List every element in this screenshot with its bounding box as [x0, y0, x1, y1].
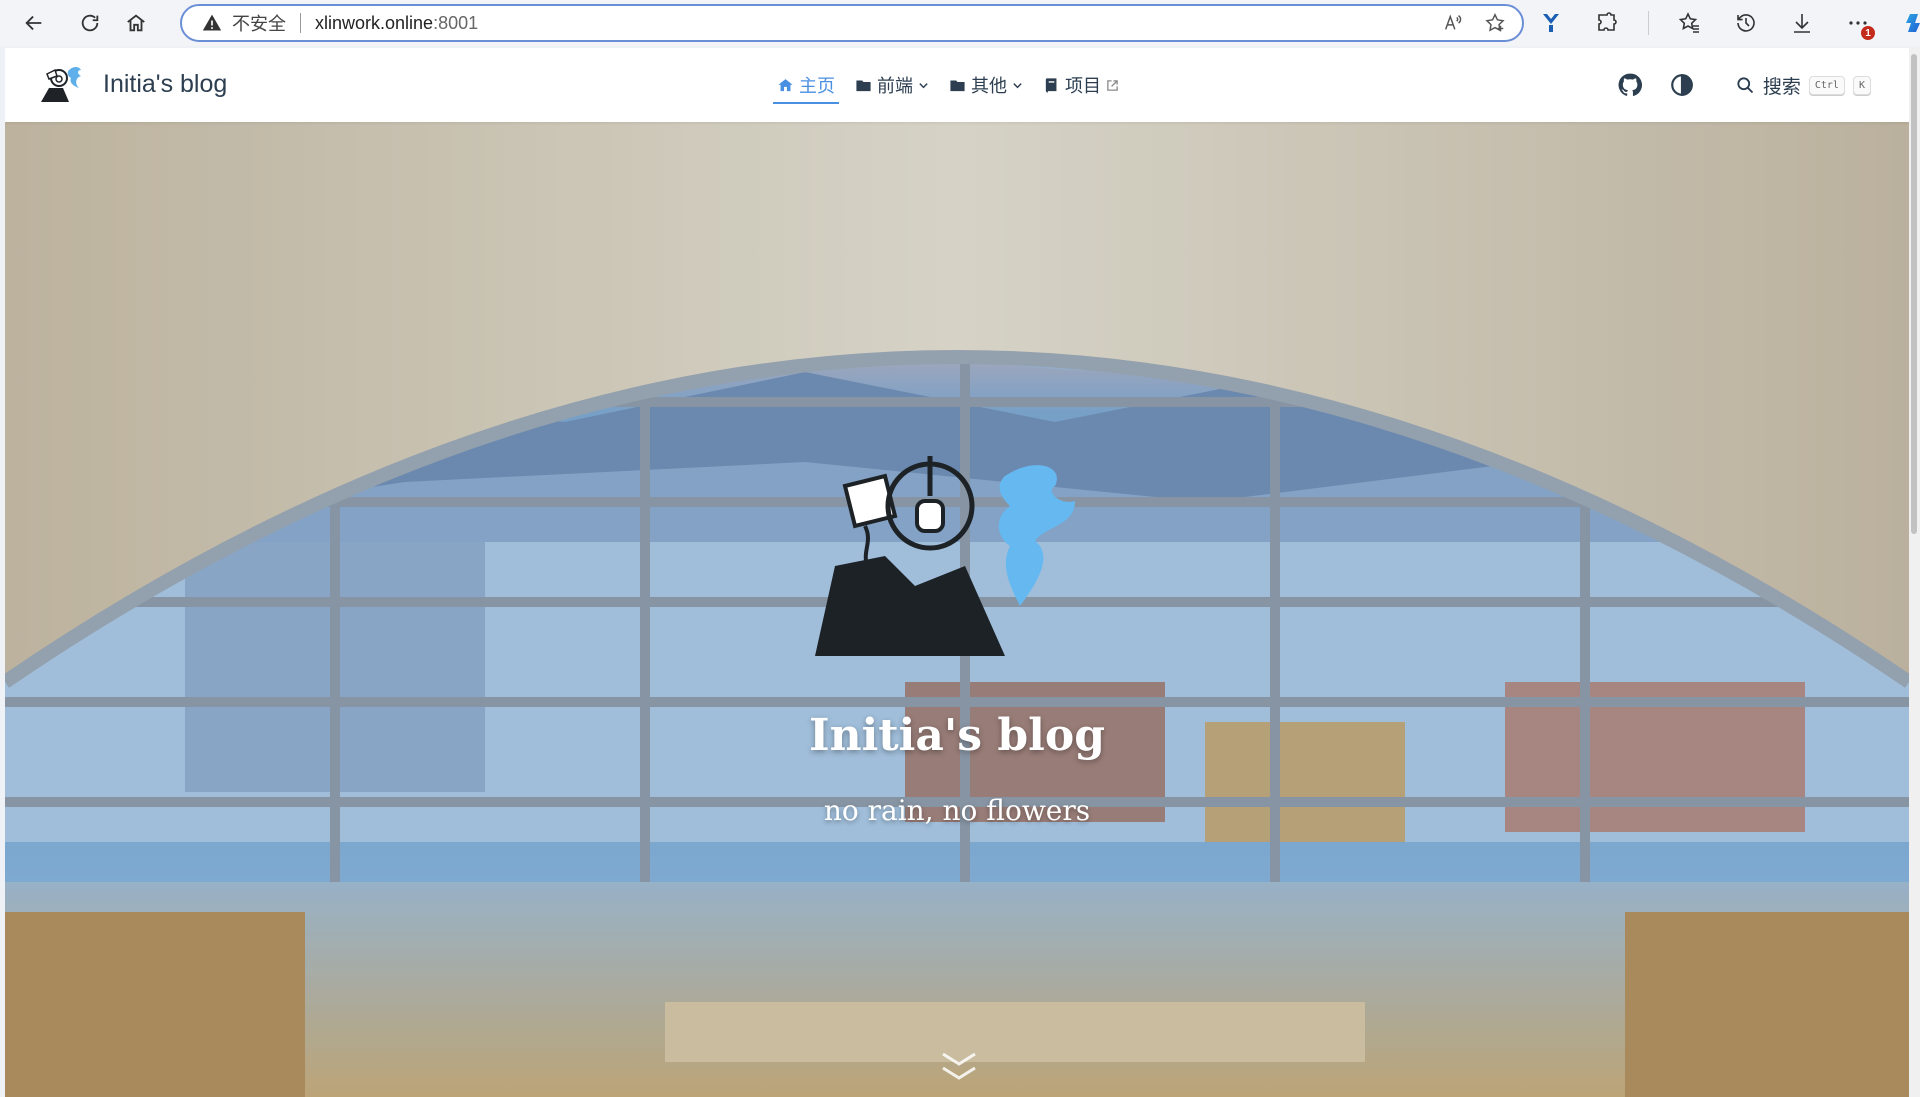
external-link-icon — [1107, 79, 1118, 91]
brand-link[interactable]: Initia's blog — [39, 62, 227, 106]
theme-toggle-icon[interactable] — [1669, 72, 1695, 98]
browser-toolbar: 不安全 xlinwork.online:8001 1 — [0, 0, 1920, 46]
chevron-down-icon — [1013, 82, 1022, 88]
browser-tools: 1 — [1536, 8, 1920, 40]
search-label: 搜索 — [1762, 76, 1801, 98]
home-icon — [127, 14, 145, 32]
favorite-star-icon[interactable] — [1484, 12, 1506, 34]
url-port[interactable]: :8001 — [433, 13, 478, 34]
brand-title[interactable]: Initia's blog — [103, 70, 227, 99]
main-navigation: 主页 前端 其他 项目 — [773, 48, 1119, 122]
home-icon — [778, 78, 793, 91]
more-button[interactable]: 1 — [1843, 8, 1875, 40]
address-separator — [300, 13, 301, 33]
scroll-down-icon[interactable] — [939, 1050, 979, 1084]
hero-logo-icon — [815, 456, 1075, 656]
history-icon — [1737, 14, 1755, 32]
hero-subtitle: no rain, no flowers — [823, 794, 1091, 827]
back-icon — [25, 15, 42, 31]
search-button[interactable]: 搜索 Ctrl K — [1735, 72, 1871, 99]
book-icon — [1045, 77, 1057, 93]
favorites-button[interactable] — [1675, 8, 1705, 38]
extension-y-icon — [1543, 14, 1559, 32]
hero-section: Initia's blog no rain, no flowers — [5, 122, 1909, 1097]
nav-label-other: 其他 — [971, 76, 1007, 96]
extension-y-button[interactable] — [1536, 8, 1566, 38]
search-shortcut-ctrl: Ctrl — [1808, 75, 1845, 95]
extensions-button[interactable] — [1592, 8, 1622, 38]
home-button[interactable] — [116, 5, 156, 41]
nav-label-projects: 项目 — [1065, 76, 1101, 96]
search-shortcut-k: K — [1852, 75, 1871, 95]
folder-icon — [950, 80, 965, 91]
download-icon — [1794, 14, 1810, 33]
nav-item-other[interactable]: 其他 — [949, 48, 1023, 122]
nav-label-home: 主页 — [799, 76, 835, 96]
favorites-icon — [1678, 12, 1699, 33]
brand-logo-icon — [41, 67, 81, 102]
read-aloud-icon[interactable] — [1442, 12, 1464, 34]
hero-title: Initia's blog — [809, 710, 1105, 761]
back-button[interactable] — [14, 5, 54, 41]
refresh-icon — [81, 14, 99, 32]
toolbar-separator — [1648, 11, 1649, 35]
warning-icon[interactable] — [202, 13, 222, 33]
extensions-icon — [1598, 12, 1617, 31]
chevron-down-icon — [919, 82, 928, 88]
search-icon — [1737, 77, 1754, 94]
header-actions: 搜索 Ctrl K — [1617, 48, 1871, 122]
url-host[interactable]: xlinwork.online — [315, 13, 433, 34]
nav-item-frontend[interactable]: 前端 — [855, 48, 929, 122]
scrollbar-thumb[interactable] — [1911, 54, 1917, 534]
insecure-label[interactable]: 不安全 — [232, 10, 286, 36]
page-viewport: Initia's blog 主页 前端 其他 项目 搜索 Ctrl K Init… — [5, 48, 1909, 1097]
nav-label-frontend: 前端 — [877, 76, 913, 96]
page-scrollbar[interactable] — [1909, 48, 1920, 1097]
refresh-button[interactable] — [70, 5, 110, 41]
nav-item-home[interactable]: 主页 — [773, 48, 839, 122]
site-header: Initia's blog 主页 前端 其他 项目 搜索 Ctrl K — [5, 48, 1909, 122]
history-button[interactable] — [1731, 8, 1761, 38]
copilot-icon — [1906, 14, 1920, 32]
notification-badge: 1 — [1861, 26, 1875, 40]
address-bar[interactable]: 不安全 xlinwork.online:8001 — [180, 4, 1524, 42]
nav-item-projects[interactable]: 项目 — [1043, 48, 1119, 122]
github-icon[interactable] — [1617, 72, 1643, 98]
copilot-button[interactable] — [1899, 8, 1920, 38]
download-button[interactable] — [1787, 8, 1817, 38]
folder-icon — [856, 80, 871, 91]
